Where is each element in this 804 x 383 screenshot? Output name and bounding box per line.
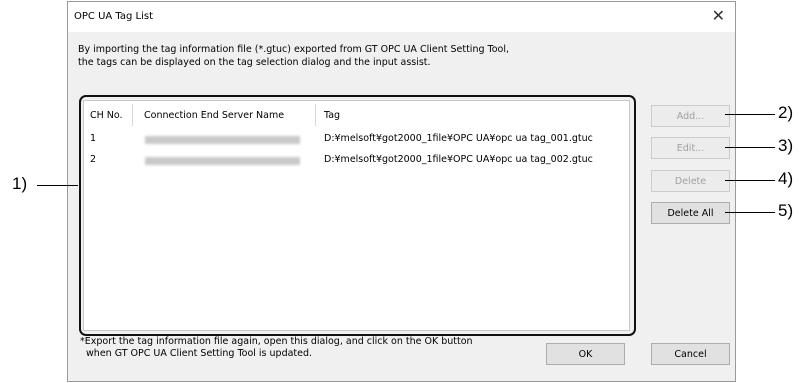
row-1-server-name-redacted	[145, 136, 300, 144]
callout-3-leader-line	[725, 147, 775, 148]
callout-4-label: 4)	[778, 169, 794, 188]
edit-button[interactable]: Edit...	[651, 137, 730, 159]
column-header-tag[interactable]: Tag	[324, 110, 340, 121]
callout-3-label: 3)	[778, 136, 794, 155]
row-2-tag[interactable]: D:¥melsoft¥got2000_1file¥OPC UA¥opc ua t…	[324, 154, 593, 165]
callout-1-highlight-box	[79, 95, 636, 336]
dialog-title: OPC UA Tag List	[74, 11, 153, 22]
delete-button[interactable]: Delete	[651, 170, 730, 192]
close-icon[interactable]: ✕	[712, 6, 725, 25]
add-button[interactable]: Add...	[651, 105, 730, 127]
ok-button[interactable]: OK	[546, 343, 625, 365]
title-bar: OPC UA Tag List ✕	[68, 2, 735, 32]
column-separator[interactable]	[315, 104, 316, 126]
callout-5-leader-line	[725, 212, 775, 213]
callout-4-leader-line	[725, 180, 775, 181]
callout-2-label: 2)	[778, 103, 794, 122]
row-1-ch-no[interactable]: 1	[90, 133, 96, 144]
row-2-ch-no[interactable]: 2	[90, 154, 96, 165]
column-separator[interactable]	[132, 104, 133, 126]
callout-2-leader-line	[725, 114, 775, 115]
callout-5-label: 5)	[778, 201, 794, 220]
callout-1-leader-line	[37, 185, 78, 186]
update-note-text: *Export the tag information file again, …	[80, 336, 473, 359]
column-header-server-name[interactable]: Connection End Server Name	[144, 110, 284, 121]
delete-all-button[interactable]: Delete All	[651, 202, 730, 224]
description-text: By importing the tag information file (*…	[78, 44, 509, 68]
column-header-ch-no[interactable]: CH No.	[90, 110, 123, 121]
row-2-server-name-redacted	[145, 157, 300, 165]
opc-ua-tag-list-dialog: OPC UA Tag List ✕ By importing the tag i…	[67, 1, 736, 382]
callout-1-label: 1)	[12, 174, 28, 193]
row-1-tag[interactable]: D:¥melsoft¥got2000_1file¥OPC UA¥opc ua t…	[324, 133, 593, 144]
cancel-button[interactable]: Cancel	[651, 343, 730, 365]
